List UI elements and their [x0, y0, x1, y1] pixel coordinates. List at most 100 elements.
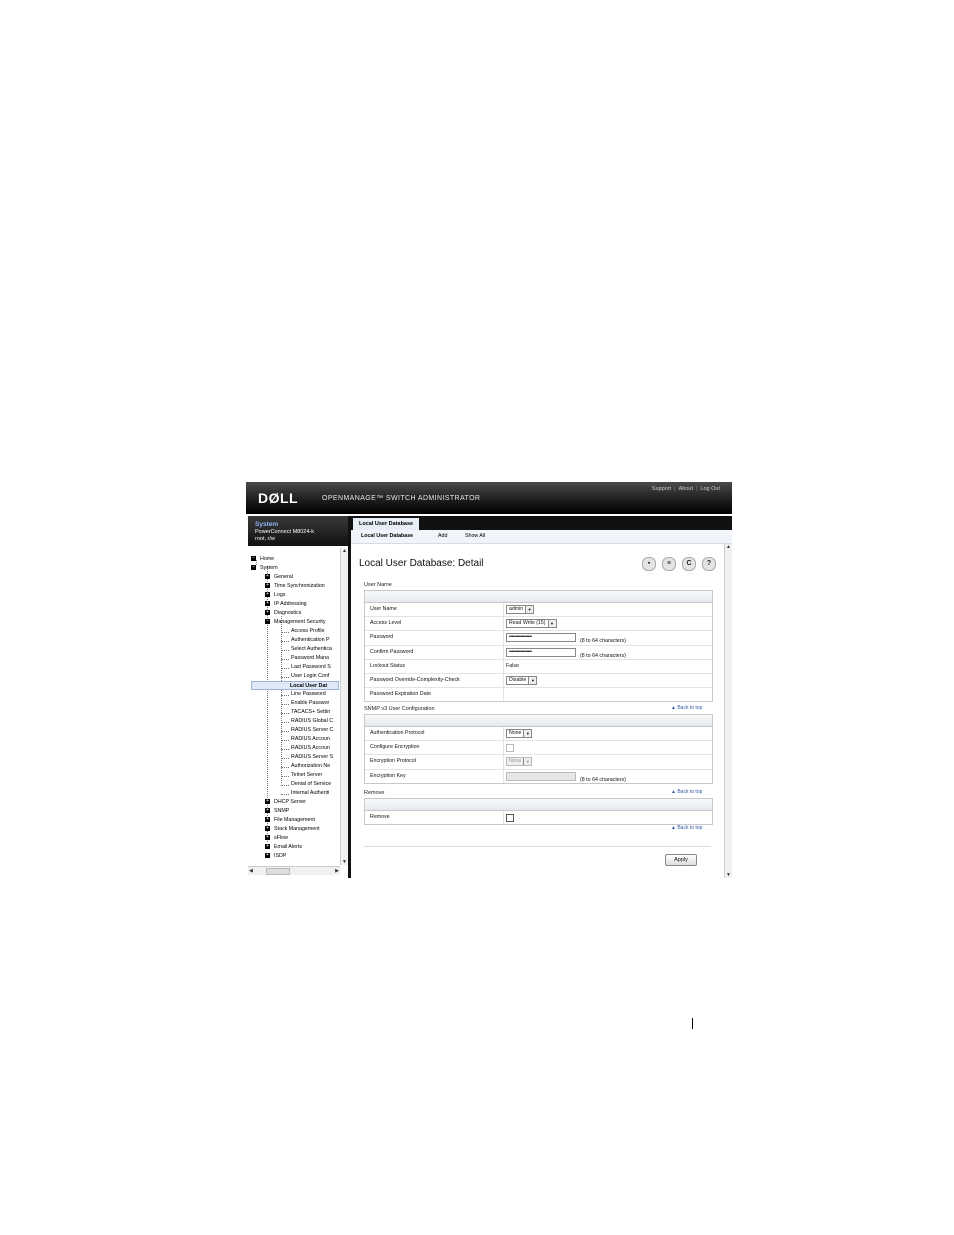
- remove-checkbox[interactable]: [506, 814, 514, 822]
- tab-local-user-database[interactable]: Local User Database: [353, 518, 420, 530]
- tree-telnet-server[interactable]: Telnet Server: [291, 771, 322, 780]
- navigation-tree: − Home − System + General + Time Synchroniza…: [248, 548, 340, 865]
- tree-radius-accounting-2[interactable]: RADIUS Accoun: [291, 744, 330, 753]
- label-encryption-key: Encryption Key: [370, 772, 406, 779]
- back-to-top-bottom[interactable]: ▲ Back to top: [671, 825, 702, 831]
- tree-sflow[interactable]: + sFlow: [265, 834, 288, 843]
- tree-radius-accounting-1[interactable]: RADIUS Accoun: [291, 735, 330, 744]
- password-field[interactable]: ••••••••••••••••••: [506, 633, 576, 643]
- scroll-up-icon[interactable]: ▲: [726, 544, 731, 550]
- tree-email-alerts[interactable]: + Email Alerts: [265, 843, 302, 852]
- tree-ip-addressing[interactable]: + IP Addressing: [265, 600, 307, 609]
- tree-authorization-network[interactable]: Authorization Ne: [291, 762, 330, 771]
- label-user-name: User Name: [370, 606, 397, 612]
- confirm-password-field[interactable]: ••••••••••••••••••: [506, 647, 576, 657]
- label-confirm-password: Confirm Password: [370, 648, 414, 655]
- tree-dhcp-server[interactable]: + DHCP Server: [265, 798, 306, 807]
- minus-icon: −: [251, 564, 256, 571]
- tree-stack-management[interactable]: + Stack Management: [265, 825, 320, 834]
- tree-radius-global[interactable]: RADIUS Global C: [291, 717, 333, 726]
- lockout-status-value: False: [506, 662, 519, 669]
- sidebar-horizontal-scrollbar[interactable]: ◀ ▶: [248, 866, 340, 875]
- tree-tacacs-settings[interactable]: TACACS+ Settin: [291, 708, 330, 717]
- label-password: Password: [370, 634, 394, 641]
- row-auth-protocol: Authentication Protocol None ▼: [365, 727, 712, 742]
- tree-home[interactable]: − Home: [251, 555, 274, 564]
- tree-radius-server-config[interactable]: RADIUS Server C: [291, 726, 333, 735]
- label-configure-encryption: Configure Encryption: [370, 744, 420, 751]
- tree-system[interactable]: − System: [251, 564, 278, 573]
- main-vertical-scrollbar[interactable]: ▲ ▼: [724, 544, 732, 878]
- scroll-left-icon[interactable]: ◀: [249, 868, 253, 874]
- tree-authentication-profile[interactable]: Authentication P: [291, 636, 330, 645]
- chevron-down-icon: ▼: [528, 676, 537, 684]
- encryption-protocol-select[interactable]: None ▼: [506, 757, 533, 767]
- tree-local-user-database[interactable]: Local User Dat: [251, 681, 339, 690]
- subtab-local-user-database[interactable]: Local User Database: [361, 533, 413, 539]
- row-password-override: Password Override-Complexity-Check Disab…: [365, 673, 712, 689]
- configure-encryption-checkbox[interactable]: [506, 744, 514, 753]
- user-name-select[interactable]: admin ▼: [506, 605, 535, 614]
- save-icon[interactable]: ▪: [642, 557, 656, 571]
- tree-time-sync[interactable]: + Time Synchronization: [265, 582, 325, 591]
- password-override-select[interactable]: Disable ▼: [506, 675, 538, 685]
- help-icon[interactable]: ?: [702, 557, 716, 571]
- tree-management-security[interactable]: − Management Security: [265, 618, 326, 627]
- row-user-name: User Name admin ▼: [365, 603, 712, 618]
- subtab-show-all[interactable]: Show All: [465, 533, 485, 539]
- print-icon[interactable]: ≡: [662, 557, 676, 571]
- back-to-top-snmp[interactable]: ▲ Back to top: [671, 705, 702, 711]
- label-encryption-protocol: Encryption Protocol: [370, 758, 416, 765]
- tree-user-login-config[interactable]: User Login Conf: [291, 672, 329, 681]
- tree-access-profile[interactable]: Access Profile: [291, 627, 325, 636]
- tree-line-password[interactable]: Line Password: [291, 690, 326, 699]
- row-lockout-status: Lockout Status False: [365, 659, 712, 674]
- page-title: Local User Database: Detail: [359, 558, 484, 569]
- plus-icon: +: [265, 591, 270, 598]
- logout-link[interactable]: Log Out: [700, 486, 720, 492]
- top-links: Support | About | Log Out: [651, 486, 720, 492]
- refresh-icon[interactable]: C: [682, 557, 696, 571]
- tree-select-authentication[interactable]: Select Authentica: [291, 645, 332, 654]
- scroll-down-icon[interactable]: ▼: [342, 859, 347, 865]
- tree-internal-authentication[interactable]: Internal Authenti: [291, 789, 329, 798]
- tree-file-management[interactable]: + File Management: [265, 816, 315, 825]
- tree-last-password[interactable]: Last Password S: [291, 663, 331, 672]
- tree-isdp[interactable]: + ISDP: [265, 852, 286, 861]
- tree-snmp[interactable]: + SNMP: [265, 807, 289, 816]
- tree-denial-of-service[interactable]: Denial of Service: [291, 780, 331, 789]
- row-configure-encryption: Configure Encryption: [365, 741, 712, 756]
- scroll-right-icon[interactable]: ▶: [335, 868, 339, 874]
- auth-protocol-select[interactable]: None ▼: [506, 729, 533, 738]
- encryption-key-hint: (8 to 64 characters): [580, 776, 626, 783]
- chevron-down-icon: ▼: [523, 758, 532, 766]
- minus-icon: −: [265, 618, 270, 625]
- user-name-table: User Name admin ▼ Access Level Read Write…: [364, 590, 713, 703]
- scroll-down-icon[interactable]: ▼: [726, 872, 731, 878]
- support-link[interactable]: Support: [652, 486, 671, 492]
- scroll-up-icon[interactable]: ▲: [342, 548, 347, 554]
- plus-icon: +: [265, 852, 270, 859]
- sidebar: System PowerConnect M8024-k root, r/w − H…: [248, 516, 349, 878]
- scroll-thumb[interactable]: [266, 868, 290, 875]
- tree-radius-server-stats[interactable]: RADIUS Server S: [291, 753, 333, 762]
- tree-password-management[interactable]: Password Mana: [291, 654, 329, 663]
- tree-logs[interactable]: + Logs: [265, 591, 286, 600]
- row-encryption-key: Encryption Key (8 to 64 characters): [365, 769, 712, 783]
- section-title-user-name: User Name: [364, 582, 392, 588]
- user-info: root, r/w: [255, 536, 275, 542]
- about-link[interactable]: About: [679, 486, 693, 492]
- plus-icon: +: [265, 834, 270, 841]
- tree-diagnostics[interactable]: + Diagnostics: [265, 609, 301, 618]
- subtab-add[interactable]: Add: [438, 533, 447, 539]
- access-level-select[interactable]: Read Write (15) ▼: [506, 619, 557, 629]
- tab-bar: Local User Database: [351, 516, 732, 530]
- apply-button[interactable]: Apply: [665, 854, 697, 866]
- back-to-top-remove[interactable]: ▲ Back to top: [671, 789, 702, 795]
- row-confirm-password: Confirm Password •••••••••••••••••• (8 to…: [365, 645, 712, 660]
- encryption-key-field[interactable]: [506, 771, 576, 781]
- tree-general[interactable]: + General: [265, 573, 293, 582]
- label-password-override: Password Override-Complexity-Check: [370, 676, 460, 683]
- row-remove: Remove: [365, 811, 712, 825]
- tree-enable-password[interactable]: Enable Passwor: [291, 699, 329, 708]
